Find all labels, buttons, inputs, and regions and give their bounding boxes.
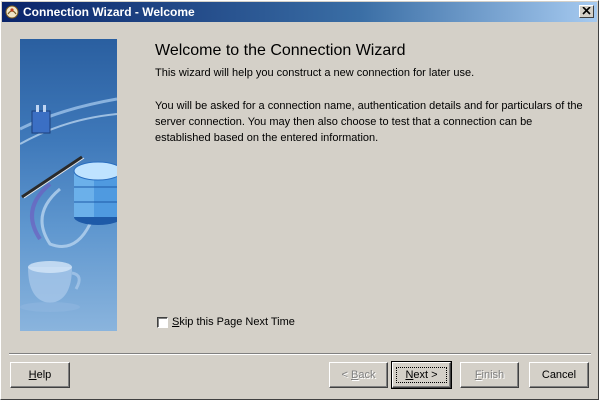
back-button[interactable]: < Back xyxy=(329,362,388,388)
close-icon xyxy=(582,6,591,15)
title-bar[interactable]: Connection Wizard - Welcome xyxy=(2,2,597,22)
details-text: You will be asked for a connection name,… xyxy=(155,100,583,144)
connection-wizard-window: Connection Wizard - Welcome Welcome to t… xyxy=(0,0,599,400)
skip-page-checkbox[interactable]: Skip this Page Next Time xyxy=(157,316,295,328)
footer-divider xyxy=(9,353,591,355)
skip-page-label[interactable]: Skip this Page Next Time xyxy=(172,316,295,328)
window-title: Connection Wizard - Welcome xyxy=(23,5,195,19)
close-button[interactable] xyxy=(579,5,594,18)
intro-text: This wizard will help you construct a ne… xyxy=(155,67,475,79)
database-connection-illustration xyxy=(20,39,117,331)
finish-button[interactable]: Finish xyxy=(460,362,519,388)
page-title: Welcome to the Connection Wizard xyxy=(155,42,406,59)
next-button[interactable]: Next > xyxy=(391,361,452,389)
help-button[interactable]: Help xyxy=(10,362,70,388)
cancel-button[interactable]: Cancel xyxy=(529,362,589,388)
next-button-label: Next > xyxy=(396,367,447,383)
checkbox-box[interactable] xyxy=(157,316,168,328)
wizard-app-icon xyxy=(5,5,19,19)
